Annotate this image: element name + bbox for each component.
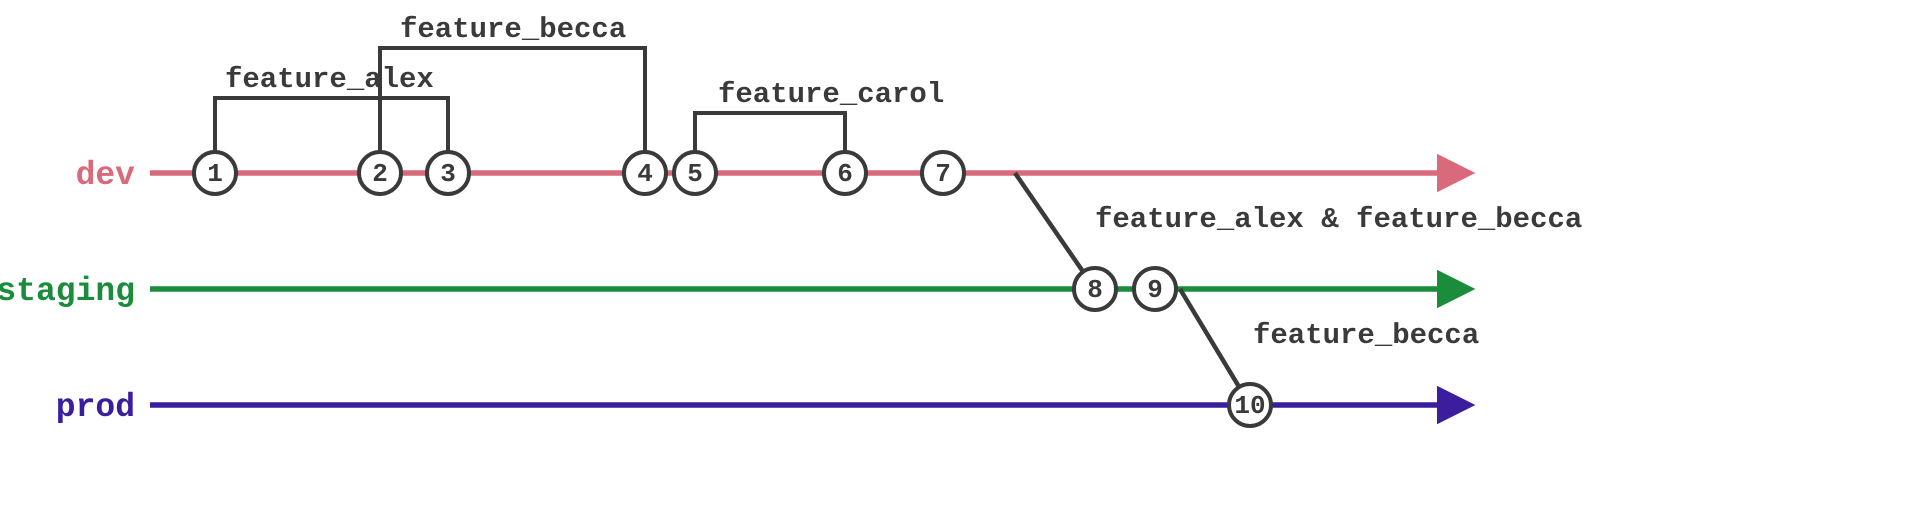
commit-6: 6 xyxy=(824,152,866,194)
commit-5: 5 xyxy=(674,152,716,194)
branch-label-staging: staging xyxy=(0,273,135,310)
svg-text:3: 3 xyxy=(440,159,456,189)
svg-text:2: 2 xyxy=(372,159,388,189)
svg-text:9: 9 xyxy=(1147,275,1163,305)
merge-label: feature_alex & feature_becca xyxy=(1095,203,1582,236)
commit-8: 8 xyxy=(1074,268,1116,310)
commit-10: 10 xyxy=(1229,384,1271,426)
svg-text:6: 6 xyxy=(837,159,853,189)
commit-2: 2 xyxy=(359,152,401,194)
commit-9: 9 xyxy=(1134,268,1176,310)
feature-label: feature_alex xyxy=(225,63,434,96)
branch-label-prod: prod xyxy=(56,389,135,426)
svg-text:7: 7 xyxy=(935,159,951,189)
commit-1: 1 xyxy=(194,152,236,194)
feature-bracket xyxy=(695,113,845,173)
feature-bracket xyxy=(215,98,448,173)
branch-diagram: devstagingprodfeature_alexfeature_beccaf… xyxy=(0,0,1916,511)
commit-3: 3 xyxy=(427,152,469,194)
svg-text:8: 8 xyxy=(1087,275,1103,305)
feature-label: feature_carol xyxy=(718,78,944,111)
svg-text:4: 4 xyxy=(637,159,653,189)
branch-label-dev: dev xyxy=(76,157,136,194)
svg-text:1: 1 xyxy=(207,159,223,189)
svg-text:5: 5 xyxy=(687,159,703,189)
feature-label: feature_becca xyxy=(400,13,626,46)
commit-4: 4 xyxy=(624,152,666,194)
merge-label: feature_becca xyxy=(1253,319,1479,352)
commit-7: 7 xyxy=(922,152,964,194)
svg-text:10: 10 xyxy=(1234,391,1265,421)
